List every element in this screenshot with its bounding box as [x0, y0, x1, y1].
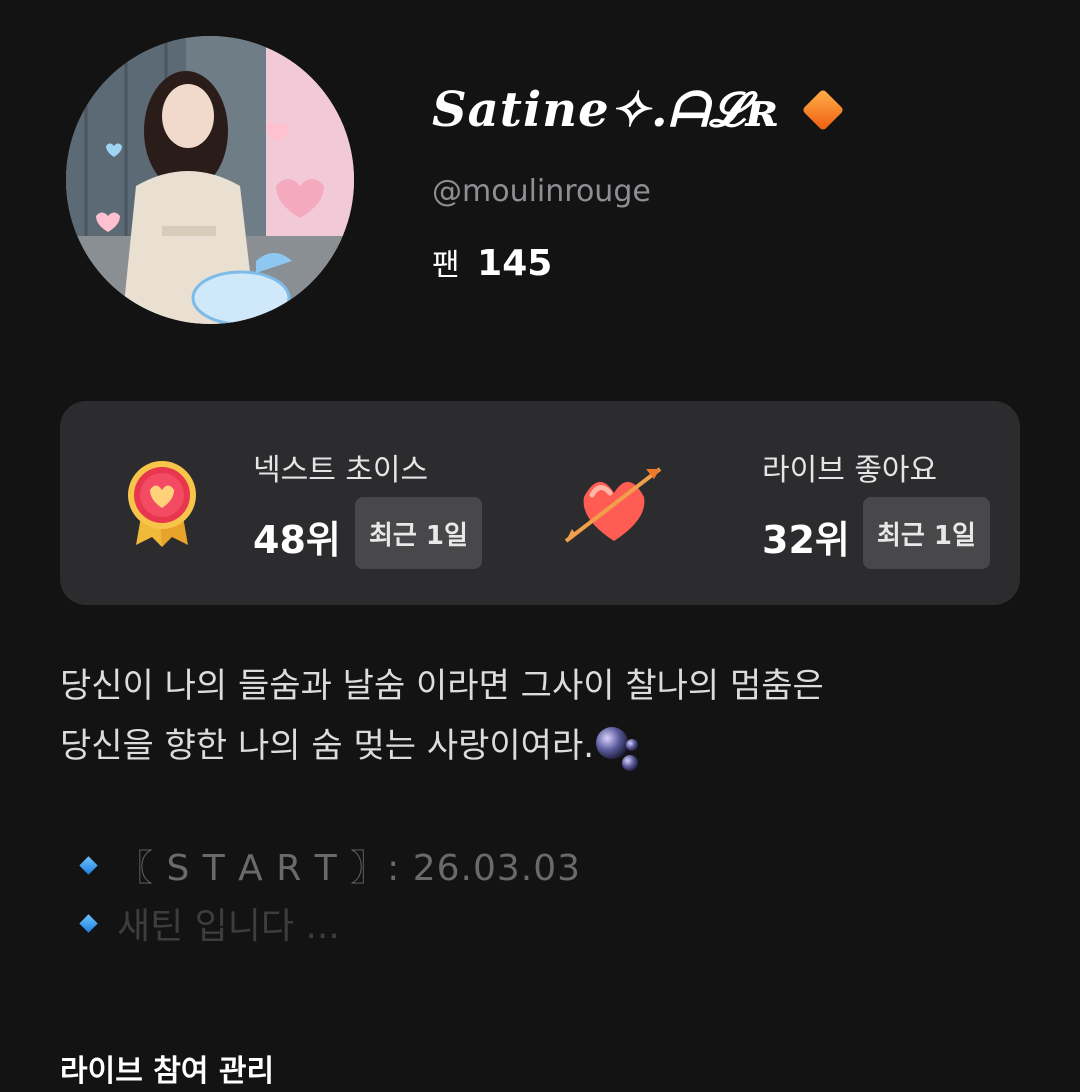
bio-line-2-wrap: 당신을 향한 나의 숨 멎는 사랑이여라.: [60, 716, 1020, 776]
fans-count: 145: [477, 243, 553, 284]
bubbles-icon: [594, 723, 642, 773]
profile-avatar[interactable]: [66, 36, 354, 324]
ranking-title: 라이브 좋아요: [762, 453, 938, 488]
bio-line-1: 당신이 나의 들숨과 날숨 이라면 그사이 찰나의 멈춤은: [60, 666, 824, 706]
blue-diamond-icon: [79, 913, 98, 933]
period-chip[interactable]: 최근 1일: [863, 497, 990, 569]
bullet-start: 〖 S T A R T 〗: 26.03.03: [78, 836, 581, 894]
profile-photo: [66, 36, 354, 324]
section-title-live-participation: 라이브 참여 관리: [60, 1054, 275, 1089]
ranking-value: 48위: [253, 518, 341, 562]
ranking-value: 32위: [762, 518, 850, 562]
heart-arrow-icon: [562, 461, 666, 547]
orange-diamond-icon: [801, 88, 844, 132]
profile-bio: 당신이 나의 들숨과 날숨 이라면 그사이 찰나의 멈춤은 당신을 향한 나의 …: [60, 656, 1020, 776]
ranking-live-likes[interactable]: 라이브 좋아요 32위 최근 1일: [540, 401, 1020, 605]
bullet-text: 새틴 입니다 ...: [117, 906, 340, 947]
bullet-intro: 새틴 입니다 ...: [78, 894, 581, 952]
display-name: Satine✧.ᗩ𝓛ʀ: [432, 82, 780, 138]
bio-line-2: 당신을 향한 나의 숨 멎는 사랑이여라.: [60, 726, 595, 766]
bullet-text: 〖 S T A R T 〗: 26.03.03: [117, 848, 582, 889]
ranking-title: 넥스트 초이스: [253, 453, 429, 488]
medal-heart-icon: [126, 459, 198, 549]
fans-label: 팬: [432, 248, 460, 283]
ranking-next-choice[interactable]: 넥스트 초이스 48위 최근 1일: [60, 401, 540, 605]
ranking-card: 넥스트 초이스 48위 최근 1일 라이브 좋아요 32위 최근 1일: [60, 401, 1020, 605]
bio-bullets: 〖 S T A R T 〗: 26.03.03 새틴 입니다 ...: [78, 836, 581, 952]
period-chip[interactable]: 최근 1일: [355, 497, 482, 569]
user-handle: @moulinrouge: [432, 174, 651, 209]
blue-diamond-icon: [79, 855, 98, 875]
profile-name-row: Satine✧.ᗩ𝓛ʀ: [432, 80, 844, 140]
fans-count-row[interactable]: 팬 145: [432, 240, 552, 290]
